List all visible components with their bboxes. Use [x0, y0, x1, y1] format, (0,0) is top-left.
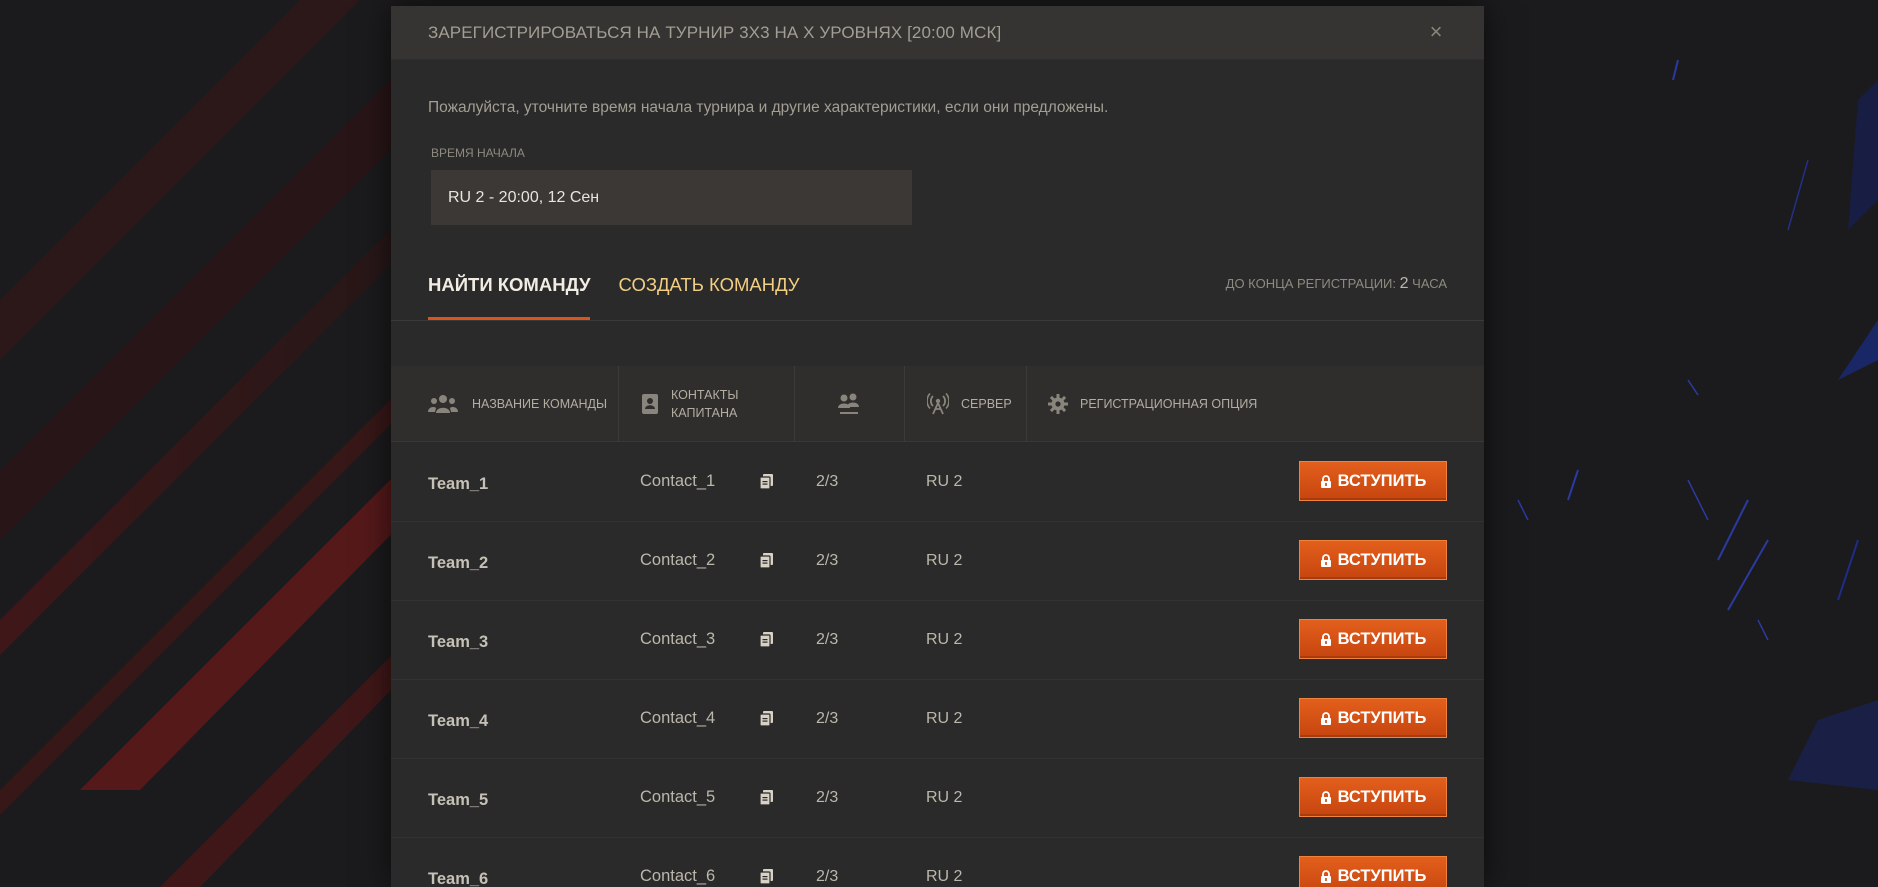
column-captain-contacts-line2: КАПИТАНА	[671, 405, 738, 420]
registration-timer-unit: ЧАСА	[1412, 276, 1447, 291]
contact-card-icon	[642, 393, 658, 414]
captain-contact: Contact_5	[640, 788, 716, 806]
column-players[interactable]	[836, 366, 862, 441]
copy-icon[interactable]	[760, 521, 773, 600]
join-team-button[interactable]: ВСТУПИТЬ	[1299, 698, 1447, 738]
join-team-button-label: ВСТУПИТЬ	[1337, 708, 1427, 727]
team-name[interactable]: Team_6	[428, 837, 488, 887]
column-reg-option-label: РЕГИСТРАЦИОННАЯ ОПЦИЯ	[1080, 396, 1258, 411]
registration-timer-number: 2	[1399, 275, 1409, 292]
table-row: Team_5 Contact_5 2/3 RU 2 ВСТУПИТЬ	[391, 758, 1484, 838]
join-team-button-label: ВСТУПИТЬ	[1337, 550, 1427, 569]
copy-icon[interactable]	[760, 600, 773, 679]
tab-create-team[interactable]: СОЗДАТЬ КОМАНДУ	[618, 260, 799, 320]
column-captain-contacts-line1: КОНТАКТЫ	[671, 387, 739, 402]
join-team-button-label: ВСТУПИТЬ	[1337, 629, 1427, 648]
intro-text: Пожалуйста, уточните время начала турнир…	[428, 99, 1109, 116]
join-team-button[interactable]: ВСТУПИТЬ	[1299, 461, 1447, 501]
column-separator	[794, 366, 795, 441]
team-player-count: 2/3	[816, 867, 839, 885]
team-player-count: 2/3	[816, 709, 839, 727]
team-player-count: 2/3	[816, 788, 839, 806]
team-server: RU 2	[926, 551, 963, 569]
tab-find-team[interactable]: НАЙТИ КОМАНДУ	[428, 260, 591, 320]
table-header: НАЗВАНИЕ КОМАНДЫ КОНТАКТЫ КАПИТАНА СЕРВЕ…	[391, 366, 1484, 442]
team-name[interactable]: Team_3	[428, 600, 488, 682]
table-row: Team_4 Contact_4 2/3 RU 2 ВСТУПИТЬ	[391, 679, 1484, 759]
column-reg-option[interactable]: РЕГИСТРАЦИОННАЯ ОПЦИЯ	[1048, 366, 1257, 441]
team-name[interactable]: Team_2	[428, 521, 488, 603]
join-team-button[interactable]: ВСТУПИТЬ	[1299, 619, 1447, 659]
team-server: RU 2	[926, 709, 963, 727]
background-left-decoration	[0, 0, 420, 887]
column-captain-contacts-label: КОНТАКТЫ КАПИТАНА	[671, 386, 738, 422]
team-server: RU 2	[926, 867, 963, 885]
copy-icon[interactable]	[760, 442, 773, 521]
tabs-divider	[391, 320, 1484, 321]
registration-timer-prefix: ДО КОНЦА РЕГИСТРАЦИИ:	[1225, 276, 1397, 291]
column-server[interactable]: СЕРВЕР	[927, 366, 1012, 441]
start-time-label: ВРЕМЯ НАЧАЛА	[431, 146, 525, 160]
registration-modal: ЗАРЕГИСТРИРОВАТЬСЯ НА ТУРНИР 3Х3 НА X УР…	[391, 6, 1484, 887]
join-team-button[interactable]: ВСТУПИТЬ	[1299, 777, 1447, 817]
captain-contact: Contact_3	[640, 630, 716, 648]
column-team-name-label: НАЗВАНИЕ КОМАНДЫ	[472, 396, 608, 411]
team-icon	[428, 394, 458, 413]
team-server: RU 2	[926, 630, 963, 648]
column-separator	[618, 366, 619, 441]
lock-icon	[1320, 474, 1332, 488]
modal-header: ЗАРЕГИСТРИРОВАТЬСЯ НА ТУРНИР 3Х3 НА X УР…	[391, 6, 1484, 60]
copy-icon[interactable]	[760, 837, 773, 887]
column-team-name[interactable]: НАЗВАНИЕ КОМАНДЫ	[428, 366, 607, 441]
column-server-label: СЕРВЕР	[961, 396, 1012, 411]
join-team-button-label: ВСТУПИТЬ	[1337, 471, 1427, 490]
background-right-decoration	[1458, 0, 1878, 887]
modal-title: ЗАРЕГИСТРИРОВАТЬСЯ НА ТУРНИР 3Х3 НА X УР…	[428, 22, 1002, 42]
team-name[interactable]: Team_5	[428, 758, 488, 840]
lock-icon	[1320, 790, 1332, 804]
lock-icon	[1320, 632, 1332, 646]
team-name[interactable]: Team_1	[428, 442, 488, 524]
registration-timer: ДО КОНЦА РЕГИСТРАЦИИ: 2 ЧАСА	[1226, 275, 1447, 293]
team-server: RU 2	[926, 472, 963, 490]
captain-contact: Contact_6	[640, 867, 716, 885]
team-server: RU 2	[926, 788, 963, 806]
lock-icon	[1320, 553, 1332, 567]
team-player-count: 2/3	[816, 551, 839, 569]
team-tabs: НАЙТИ КОМАНДУ СОЗДАТЬ КОМАНДУ	[428, 260, 800, 320]
captain-contact: Contact_1	[640, 472, 716, 490]
copy-icon[interactable]	[760, 679, 773, 758]
join-team-button[interactable]: ВСТУПИТЬ	[1299, 856, 1447, 887]
players-icon	[838, 393, 859, 414]
captain-contact: Contact_4	[640, 709, 716, 727]
captain-contact: Contact_2	[640, 551, 716, 569]
column-separator	[904, 366, 905, 441]
team-player-count: 2/3	[816, 472, 839, 490]
lock-icon	[1320, 869, 1332, 883]
join-team-button-label: ВСТУПИТЬ	[1337, 787, 1427, 806]
start-time-value: RU 2 - 20:00, 12 Сен	[448, 188, 600, 206]
table-row: Team_2 Contact_2 2/3 RU 2 ВСТУПИТЬ	[391, 521, 1484, 601]
server-antenna-icon	[927, 392, 949, 414]
close-icon[interactable]: ×	[1426, 21, 1446, 43]
join-team-button[interactable]: ВСТУПИТЬ	[1299, 540, 1447, 580]
table-row: Team_1 Contact_1 2/3 RU 2 ВСТУПИТЬ	[391, 442, 1484, 522]
copy-icon[interactable]	[760, 758, 773, 837]
start-time-select[interactable]: RU 2 - 20:00, 12 Сен	[431, 170, 912, 225]
team-player-count: 2/3	[816, 630, 839, 648]
column-separator	[1026, 366, 1027, 441]
column-captain-contacts[interactable]: КОНТАКТЫ КАПИТАНА	[641, 366, 738, 441]
gear-icon	[1048, 393, 1068, 414]
lock-icon	[1320, 711, 1332, 725]
join-team-button-label: ВСТУПИТЬ	[1337, 866, 1427, 885]
table-row: Team_6 Contact_6 2/3 RU 2 ВСТУПИТЬ	[391, 837, 1484, 887]
table-row: Team_3 Contact_3 2/3 RU 2 ВСТУПИТЬ	[391, 600, 1484, 680]
team-name[interactable]: Team_4	[428, 679, 488, 761]
